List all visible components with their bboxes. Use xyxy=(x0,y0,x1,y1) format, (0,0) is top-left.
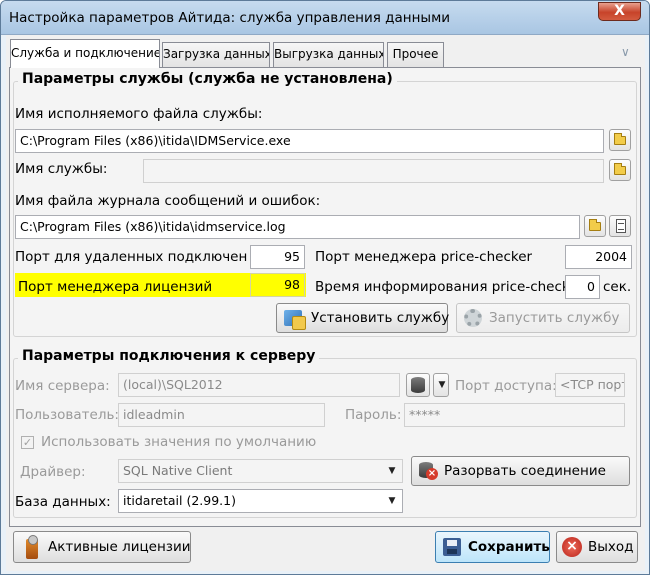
start-service-label: Запустить службу xyxy=(489,310,620,326)
install-package-icon xyxy=(284,310,306,330)
save-button[interactable]: Сохранить xyxy=(435,531,550,563)
chevron-down-icon: ▼ xyxy=(388,496,396,506)
exit-button[interactable]: × Выход xyxy=(556,531,638,563)
active-licenses-label: Активные лицензии xyxy=(48,539,191,555)
log-path-input[interactable]: C:\Program Files (x86)\itida\idmservice.… xyxy=(15,215,580,239)
title-bar: Настройка параметров Айтида: служба упра… xyxy=(1,1,649,35)
user-label: Пользователь: xyxy=(15,407,119,423)
gear-icon xyxy=(464,309,482,327)
save-icon xyxy=(443,538,461,556)
tab-panel: Параметры службы (служба не установлена)… xyxy=(9,67,641,527)
exit-icon: × xyxy=(562,537,582,557)
browse-exe-button[interactable] xyxy=(609,129,631,151)
chevron-down-icon: ▼ xyxy=(388,466,396,476)
exe-path-input[interactable]: C:\Program Files (x86)\itida\IDMService.… xyxy=(15,129,604,153)
pricechecker-port-label: Порт менеджера price-checker xyxy=(315,249,533,265)
folder-icon xyxy=(614,163,626,175)
disconnect-label: Разорвать соединение xyxy=(444,463,606,479)
window-client: Служба и подключение Загрузка данных Выг… xyxy=(6,35,645,571)
access-port-input[interactable]: <TCP порт xyxy=(555,373,625,397)
database-disconnect-icon xyxy=(419,462,438,480)
server-group-title: Параметры подключения к серверу xyxy=(18,348,320,364)
password-label: Пароль: xyxy=(345,407,402,423)
remote-port-label: Порт для удаленных подключени xyxy=(15,249,248,265)
user-input[interactable]: idleadmin xyxy=(118,403,325,427)
service-name-label: Имя службы: xyxy=(15,161,108,177)
save-label: Сохранить xyxy=(468,539,550,555)
driver-select[interactable]: SQL Native Client ▼ xyxy=(118,459,403,483)
tab-data-unload[interactable]: Выгрузка данных xyxy=(273,42,384,67)
document-icon xyxy=(616,219,626,233)
database-icon xyxy=(411,377,425,393)
disconnect-button[interactable]: Разорвать соединение xyxy=(411,456,630,486)
server-name-input[interactable]: (local)\SQL2012 xyxy=(118,373,400,397)
service-name-input[interactable] xyxy=(143,159,604,183)
inform-time-unit: сек. xyxy=(603,279,632,295)
password-input[interactable]: ***** xyxy=(404,403,625,427)
server-browse-button[interactable] xyxy=(406,373,430,397)
license-port-label: Порт менеджера лицензий xyxy=(18,279,213,295)
service-group-title: Параметры службы (служба не установлена) xyxy=(18,71,397,87)
browse-log-button[interactable] xyxy=(584,215,606,237)
install-service-button[interactable]: Установить службу xyxy=(276,303,450,333)
driver-label: Драйвер: xyxy=(20,464,86,480)
server-dropdown-button[interactable]: ▼ xyxy=(433,373,449,397)
tab-data-load[interactable]: Загрузка данных xyxy=(162,42,270,67)
inform-time-label: Время информирования price-check xyxy=(315,279,565,295)
use-defaults-checkbox[interactable]: ✓ xyxy=(21,436,34,449)
license-icon xyxy=(26,535,38,559)
window-title: Настройка параметров Айтида: служба упра… xyxy=(9,10,451,26)
chevron-down-icon[interactable]: ∨ xyxy=(621,46,635,58)
driver-value: SQL Native Client xyxy=(123,463,233,478)
install-service-label: Установить службу xyxy=(311,310,450,326)
start-service-button[interactable]: Запустить службу xyxy=(456,303,630,333)
inform-time-input[interactable]: 0 xyxy=(565,275,600,299)
chevron-down-icon: ▼ xyxy=(438,380,446,390)
exe-label: Имя исполняемого файла службы: xyxy=(15,106,263,122)
pricechecker-port-input[interactable]: 2004 xyxy=(565,245,632,269)
tab-other[interactable]: Прочее xyxy=(387,42,444,67)
license-port-input[interactable]: 98 xyxy=(250,273,305,297)
database-label: База данных: xyxy=(15,494,111,510)
log-label: Имя файла журнала сообщений и ошибок: xyxy=(15,193,321,209)
server-name-label: Имя сервера: xyxy=(15,378,110,394)
database-select[interactable]: itidaretail (2.99.1) ▼ xyxy=(118,489,403,513)
use-defaults-label: Использовать значения по умолчанию xyxy=(41,434,317,450)
folder-icon xyxy=(589,219,601,231)
close-button[interactable]: X xyxy=(598,2,641,21)
access-port-label: Порт доступа: xyxy=(455,378,557,394)
view-log-button[interactable] xyxy=(609,215,631,237)
database-value: itidaretail (2.99.1) xyxy=(123,493,236,508)
settings-window: Настройка параметров Айтида: служба упра… xyxy=(0,0,650,575)
browse-service-name-button[interactable] xyxy=(609,159,631,181)
tab-service-connection[interactable]: Служба и подключение xyxy=(10,39,160,68)
exit-label: Выход xyxy=(588,539,634,555)
remote-port-input[interactable]: 95 xyxy=(250,245,305,269)
folder-icon xyxy=(614,133,626,145)
active-licenses-button[interactable]: Активные лицензии xyxy=(13,531,191,563)
